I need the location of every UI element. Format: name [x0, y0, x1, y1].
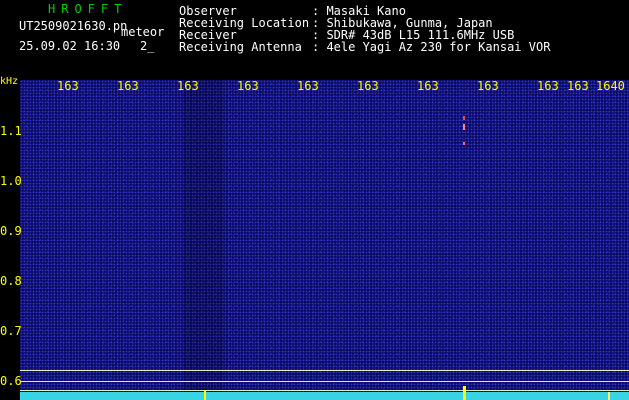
power-peak — [463, 386, 466, 400]
x-tick-label: 163 — [117, 79, 139, 93]
x-tick-label: 163 — [237, 79, 259, 93]
meteor-echo — [463, 142, 465, 145]
y-tick-label: 0.7 — [0, 324, 22, 338]
index-label: 2_ — [140, 39, 155, 53]
x-tick-label: 163 — [177, 79, 199, 93]
x-tick-label: 163 — [417, 79, 439, 93]
y-axis: 1.1 1.0 0.9 0.8 0.7 0.6 — [0, 95, 22, 400]
power-trace — [204, 386, 610, 400]
y-tick-label: 1.1 — [0, 124, 22, 138]
spectrogram-plot — [20, 80, 629, 400]
power-peak — [204, 390, 206, 400]
x-tick-label: 163 — [297, 79, 319, 93]
grid-line — [20, 381, 629, 382]
x-tick-label: 163 — [537, 79, 559, 93]
x-tick-label: 163 — [567, 79, 589, 93]
antenna-label: Receiving Antenna — [179, 40, 302, 54]
x-tick-label: 163 — [357, 79, 379, 93]
y-tick-label: 0.6 — [0, 374, 22, 388]
x-tick-label: 163 — [477, 79, 499, 93]
y-tick-label: 1.0 — [0, 174, 22, 188]
meteor-echo — [463, 124, 465, 130]
x-tick-label: 163 — [57, 79, 79, 93]
y-tick-label: 0.9 — [0, 224, 22, 238]
y-unit-label: kHz — [0, 76, 19, 87]
spectrogram-shade — [183, 80, 223, 400]
antenna-value: : 4ele Yagi Az 230 for Kansai VOR — [312, 40, 551, 54]
app-logo: HROFFT — [48, 2, 128, 16]
frequency-ticks: 163 163 163 163 163 163 163 163 163 163 … — [0, 80, 629, 94]
power-peak — [608, 392, 610, 400]
hrofft-screen: HROFFT UT2509021630.pn meteor 25.09.02 1… — [0, 0, 629, 400]
filename: UT2509021630.pn — [19, 19, 128, 33]
meteor-echo — [463, 116, 465, 120]
datetime: 25.09.02 16:30 — [19, 39, 121, 53]
x-tick-label: 1640 — [596, 79, 625, 93]
grid-line — [20, 370, 629, 371]
y-tick-label: 0.8 — [0, 274, 22, 288]
filename-suffix: meteor — [121, 25, 165, 39]
